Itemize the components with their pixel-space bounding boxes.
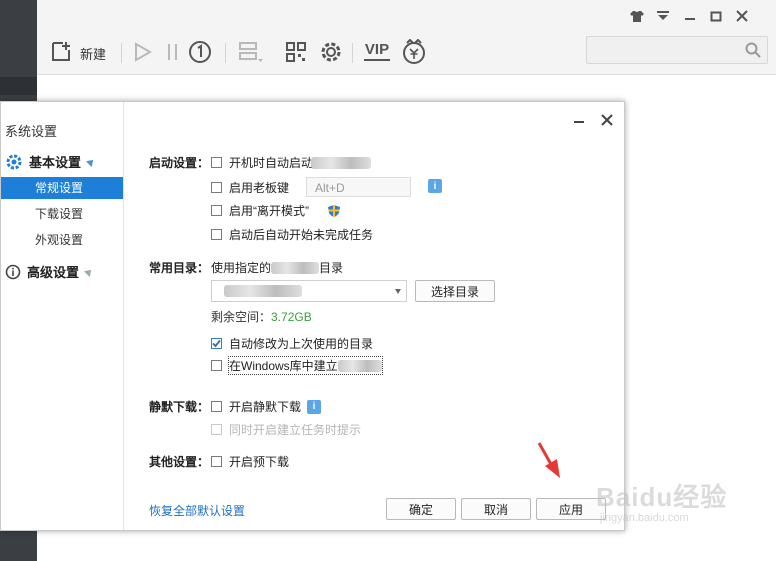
boss-key-hotkey-input[interactable]: Alt+D <box>306 177 411 197</box>
redacted-path <box>224 285 302 297</box>
nav-item-appearance[interactable]: 外观设置 <box>1 229 123 251</box>
chevron-down-icon[interactable] <box>395 289 401 294</box>
auto-start-checkbox[interactable] <box>211 157 222 168</box>
remember-dir-option[interactable]: 自动修改为上次使用的目录 <box>211 335 373 352</box>
vip-underline <box>364 59 390 61</box>
toolbar-divider <box>225 43 226 63</box>
info-icon[interactable]: i <box>428 179 442 193</box>
task-list-icon[interactable] <box>238 41 264 63</box>
directory-select[interactable] <box>211 280 407 302</box>
pause-icon[interactable] <box>166 42 180 62</box>
pre-download-checkbox[interactable] <box>211 456 222 467</box>
expand-arrow-icon <box>84 266 94 277</box>
other-section-label: 其他设置： <box>149 455 210 469</box>
pre-download-label: 开启预下载 <box>229 455 290 469</box>
boss-key-option[interactable]: 启用老板键 <box>211 179 289 196</box>
nav-group-basic[interactable]: 基本设置 <box>5 152 96 171</box>
startup-section-label: 启动设置： <box>149 156 210 170</box>
resume-tasks-option[interactable]: 启动后自动开始未完成任务 <box>211 226 373 243</box>
auto-start-label: 开机时自动启动 <box>229 156 314 170</box>
boss-key-checkbox[interactable] <box>211 182 222 193</box>
redacted-text <box>271 261 320 274</box>
silent-download-checkbox[interactable] <box>211 401 222 412</box>
shield-icon <box>327 204 341 218</box>
close-window-icon[interactable] <box>736 10 748 22</box>
search-icon[interactable] <box>745 42 761 61</box>
silent-download-label: 开启静默下载 <box>229 400 302 414</box>
money-icon[interactable] <box>402 39 426 65</box>
windows-library-label-wrap: 在Windows库中建立 <box>228 356 383 375</box>
free-space-label: 剩余空间： <box>211 310 272 324</box>
dialog-minimize-icon[interactable] <box>573 114 585 130</box>
nav-group-advanced[interactable]: 高级设置 <box>5 262 94 281</box>
ok-button[interactable]: 确定 <box>386 498 456 520</box>
app-left-selection <box>0 77 37 95</box>
settings-dialog: 系统设置 基本设置 常规设置 下载设置 外观设置 高级设置 启动设置： 开机时自… <box>0 101 625 531</box>
menu-icon[interactable] <box>656 10 670 22</box>
windows-library-checkbox[interactable] <box>211 360 222 371</box>
new-task-icon[interactable] <box>50 40 72 62</box>
watermark-url: jingyan.baidu.com <box>600 512 689 524</box>
free-space-value: 3.72GB <box>271 310 312 324</box>
start-icon[interactable] <box>134 42 152 62</box>
info-icon[interactable]: i <box>307 399 322 414</box>
toolbar-divider <box>121 43 122 63</box>
task-prompt-checkbox <box>211 424 222 435</box>
maximize-icon[interactable] <box>710 10 722 22</box>
choose-directory-button[interactable]: 选择目录 <box>415 280 495 302</box>
info-circle-icon <box>5 264 21 280</box>
minimize-icon[interactable] <box>684 10 696 22</box>
expand-arrow-icon <box>86 156 96 167</box>
vip-label: VIP <box>364 41 390 58</box>
new-task-label[interactable]: 新建 <box>80 44 106 63</box>
vip-icon[interactable]: VIP <box>364 42 390 61</box>
directory-section-label: 常用目录： <box>149 261 210 275</box>
windows-library-option[interactable]: 在Windows库中建立 <box>211 356 383 375</box>
speed-limit-icon[interactable] <box>188 40 212 64</box>
away-mode-option[interactable]: 启用“离开模式” <box>211 202 341 219</box>
settings-nav: 系统设置 基本设置 常规设置 下载设置 外观设置 高级设置 <box>1 102 124 530</box>
redacted-text <box>311 156 372 169</box>
search-input[interactable] <box>586 36 768 64</box>
cancel-button[interactable]: 取消 <box>461 498 531 520</box>
nav-item-download[interactable]: 下载设置 <box>1 203 123 225</box>
gear-icon[interactable] <box>319 40 343 64</box>
redacted-text <box>337 359 382 372</box>
task-prompt-option: 同时开启建立任务时提示 <box>211 421 361 438</box>
qr-code-icon[interactable] <box>285 41 307 63</box>
boss-key-label: 启用老板键 <box>229 181 290 195</box>
directory-description: 使用指定的 目录 <box>211 259 343 276</box>
silent-download-option[interactable]: 开启静默下载 i <box>211 398 322 415</box>
directory-text-prefix: 使用指定的 <box>211 261 272 275</box>
directory-text-suffix: 目录 <box>319 261 344 275</box>
skin-icon[interactable] <box>630 10 644 22</box>
away-mode-checkbox[interactable] <box>211 205 222 216</box>
away-mode-label: 启用“离开模式” <box>229 204 309 218</box>
resume-tasks-label: 启动后自动开始未完成任务 <box>229 228 374 242</box>
nav-title: 系统设置 <box>5 124 58 139</box>
auto-start-option[interactable]: 开机时自动启动 <box>211 154 372 171</box>
pre-download-option[interactable]: 开启预下载 <box>211 453 289 470</box>
annotation-arrow-icon <box>535 440 565 485</box>
remember-dir-checkbox[interactable] <box>211 338 222 349</box>
restore-defaults-link[interactable]: 恢复全部默认设置 <box>149 502 245 519</box>
nav-group-label: 高级设置 <box>27 265 80 280</box>
windows-library-label: 在Windows库中建立 <box>229 359 338 373</box>
resume-tasks-checkbox[interactable] <box>211 229 222 240</box>
free-space: 剩余空间：3.72GB <box>211 308 312 325</box>
gear-icon <box>5 153 23 171</box>
silent-section-label: 静默下载： <box>149 400 210 414</box>
watermark: Baidu经验 <box>596 482 728 512</box>
toolbar-divider <box>352 43 353 63</box>
dialog-close-icon[interactable] <box>601 114 613 130</box>
nav-group-label: 基本设置 <box>29 155 82 170</box>
nav-item-general[interactable]: 常规设置 <box>1 177 123 199</box>
window-controls <box>630 10 748 22</box>
task-prompt-label: 同时开启建立任务时提示 <box>229 423 362 437</box>
remember-dir-label: 自动修改为上次使用的目录 <box>229 337 374 351</box>
